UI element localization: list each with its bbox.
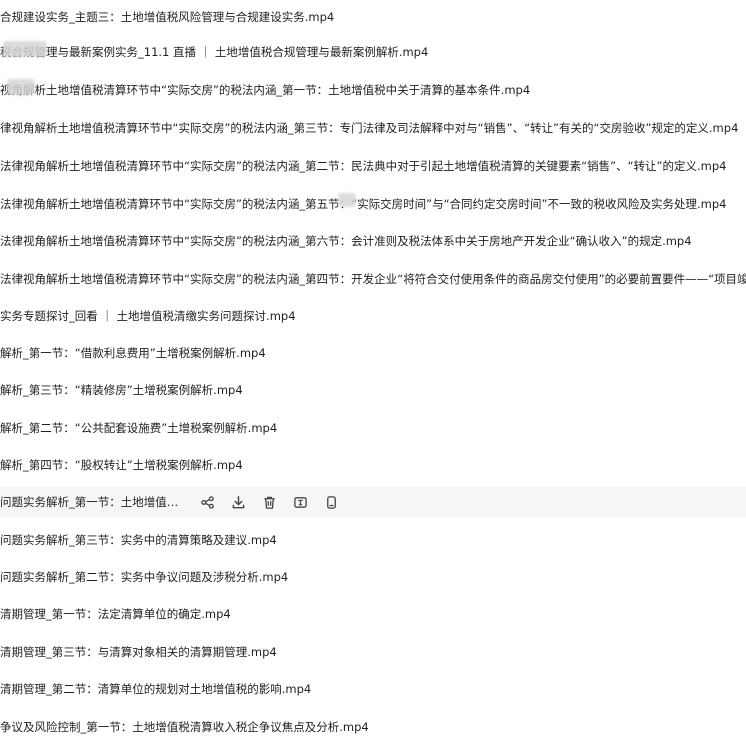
file-row[interactable]: 解析_第一节：“借款利息费用”土增税案例解析.mp4 [0,338,746,368]
file-row[interactable]: 法律视角解析土地增值税清算环节中“实际交房”的税法内涵_第四节：开发企业“将符合… [0,264,746,294]
file-name[interactable]: 律视角解析土地增值税清算环节中“实际交房”的税法内涵_第三节：专门法律及司法解释… [0,120,738,136]
file-row[interactable]: 问题实务解析_第二节：实务中争议问题及涉税分析.mp4 [0,562,746,592]
file-row[interactable]: 清期管理_第二节：清算单位的规划对土地增值税的影响.mp4 [0,674,746,704]
file-row[interactable]: 律视角解析土地增值税清算环节中“实际交房”的税法内涵_第三节：专门法律及司法解释… [0,113,746,143]
file-name[interactable]: 解析_第三节：“精装修房”土增税案例解析.mp4 [0,382,243,398]
file-name[interactable]: 合规建设实务_主题三：土地增值税风险管理与合规建设实务.mp4 [0,9,334,25]
file-name[interactable]: 清期管理_第一节：法定清算单位的确定.mp4 [0,606,231,622]
file-row[interactable]: 清期管理_第一节：法定清算单位的确定.mp4 [0,599,746,629]
file-row[interactable]: 实务专题探讨_回看 ｜ 土地增值税清缴实务问题探讨.mp4 [0,301,746,331]
file-row[interactable]: 视角解析土地增值税清算环节中“实际交房”的税法内涵_第一节：土地增值税中关于清算… [0,75,746,105]
file-name[interactable]: 解析_第一节：“借款利息费用”土增税案例解析.mp4 [0,345,266,361]
file-row[interactable]: 合规建设实务_主题三：土地增值税风险管理与合规建设实务.mp4 [0,2,746,32]
file-name[interactable]: 视角解析土地增值税清算环节中“实际交房”的税法内涵_第一节：土地增值税中关于清算… [0,82,530,98]
file-row[interactable]: 解析_第四节：“股权转让”土增税案例解析.mp4 [0,450,746,480]
file-name[interactable]: 法律视角解析土地增值税清算环节中“实际交房”的税法内涵_第六节：会计准则及税法体… [0,233,692,249]
download-icon[interactable] [229,493,247,511]
file-name[interactable]: 问题实务解析_第一节：土地增值税清算中的争议问题.mp4 [0,494,182,510]
more-icon[interactable] [322,493,340,511]
row-actions [198,493,353,511]
file-name[interactable]: 清期管理_第二节：清算单位的规划对土地增值税的影响.mp4 [0,681,311,697]
file-name[interactable]: 解析_第四节：“股权转让”土增税案例解析.mp4 [0,457,243,473]
file-name[interactable]: 争议及风险控制_第一节：土地增值税清算收入税企争议焦点及分析.mp4 [0,719,369,735]
file-name[interactable]: 法律视角解析土地增值税清算环节中“实际交房”的税法内涵_第五节：“实际交房时间”… [0,196,726,212]
file-list: 合规建设实务_主题三：土地增值税风险管理与合规建设实务.mp4 税合规管理与最新案… [0,0,746,746]
file-name[interactable]: 法律视角解析土地增值税清算环节中“实际交房”的税法内涵_第二节：民法典中对于引起… [0,158,726,174]
file-row[interactable]: 清期管理_第三节：与清算对象相关的清算期管理.mp4 [0,637,746,667]
file-row[interactable]: 法律视角解析土地增值税清算环节中“实际交房”的税法内涵_第六节：会计准则及税法体… [0,226,746,256]
delete-icon[interactable] [260,493,278,511]
file-row[interactable]: 法律视角解析土地增值税清算环节中“实际交房”的税法内涵_第五节：“实际交房时间”… [0,189,746,219]
redaction-patch [3,41,47,57]
file-row[interactable]: 解析_第三节：“精装修房”土增税案例解析.mp4 [0,375,746,405]
file-row[interactable]: 税合规管理与最新案例实务_11.1 直播 ｜ 土地增值税合规管理与最新案例解析.… [0,37,746,67]
file-row[interactable]: 问题实务解析_第三节：实务中的清算策略及建议.mp4 [0,525,746,555]
file-name[interactable]: 税合规管理与最新案例实务_11.1 直播 ｜ 土地增值税合规管理与最新案例解析.… [0,44,428,60]
file-row[interactable]: 法律视角解析土地增值税清算环节中“实际交房”的税法内涵_第二节：民法典中对于引起… [0,151,746,181]
redaction-patch [338,193,356,207]
share-icon[interactable] [198,493,216,511]
file-row[interactable]: 解析_第二节：“公共配套设施费”土增税案例解析.mp4 [0,413,746,443]
file-name[interactable]: 实务专题探讨_回看 ｜ 土地增值税清缴实务问题探讨.mp4 [0,308,296,324]
file-row[interactable]: 争议及风险控制_第一节：土地增值税清算收入税企争议焦点及分析.mp4 [0,712,746,742]
file-row[interactable]: 问题实务解析_第一节：土地增值税清算中的争议问题.mp4 [0,487,746,517]
file-name[interactable]: 清期管理_第三节：与清算对象相关的清算期管理.mp4 [0,644,277,660]
rename-icon[interactable] [291,493,309,511]
file-name[interactable]: 解析_第二节：“公共配套设施费”土增税案例解析.mp4 [0,420,277,436]
file-name[interactable]: 问题实务解析_第二节：实务中争议问题及涉税分析.mp4 [0,569,288,585]
file-name[interactable]: 法律视角解析土地增值税清算环节中“实际交房”的税法内涵_第四节：开发企业“将符合… [0,271,746,287]
redaction-patch [7,79,35,95]
file-name[interactable]: 问题实务解析_第三节：实务中的清算策略及建议.mp4 [0,532,277,548]
